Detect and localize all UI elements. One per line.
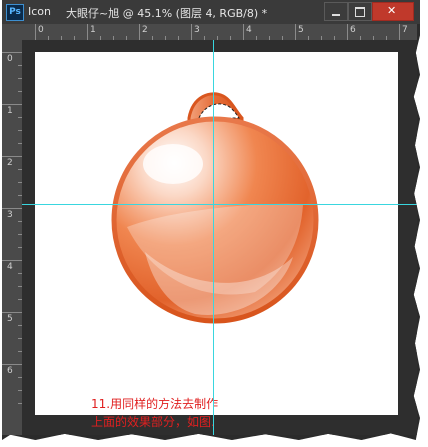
ruler-label: 5 <box>7 314 13 324</box>
close-icon[interactable] <box>372 2 414 21</box>
document-title: 大眼仔~旭 @ 45.1% (图层 4, RGB/8) * <box>66 7 268 20</box>
minimize-icon[interactable] <box>324 2 348 21</box>
ruler-tick <box>2 208 22 209</box>
ruler-tick <box>399 24 400 40</box>
vertical-guide[interactable] <box>213 40 214 435</box>
ruler-tick <box>191 24 192 40</box>
caption-line-1: 11.用同样的方法去制作 <box>91 397 219 411</box>
app-name: Icon <box>28 5 51 18</box>
tutorial-caption: 11.用同样的方法去制作 上面的效果部分，如图. <box>91 395 218 431</box>
caption-line-2: 上面的效果部分，如图. <box>91 415 215 429</box>
ruler-label: 7 <box>402 25 408 35</box>
ruler-label: 5 <box>298 25 304 35</box>
ruler-tick <box>2 104 22 105</box>
ruler-tick <box>2 312 22 313</box>
ruler-label: 6 <box>350 25 356 35</box>
document-canvas[interactable]: 11.用同样的方法去制作 上面的效果部分，如图. <box>35 52 398 429</box>
canvas-workspace[interactable]: 11.用同样的方法去制作 上面的效果部分，如图. <box>22 40 417 435</box>
horizontal-guide[interactable] <box>22 204 417 205</box>
ruler-label: 3 <box>7 210 13 220</box>
ruler-tick <box>2 260 22 261</box>
ruler-tick <box>295 24 296 40</box>
ruler-label: 6 <box>7 366 13 376</box>
ruler-tick <box>2 156 22 157</box>
ruler-label: 0 <box>38 25 44 35</box>
photoshop-logo-icon: Ps <box>6 4 24 21</box>
vertical-ruler[interactable]: 0 1 2 3 4 5 6 <box>2 40 23 435</box>
ruler-label: 2 <box>142 25 148 35</box>
horizontal-ruler[interactable]: 0 1 2 3 4 5 6 7 <box>22 24 417 41</box>
ruler-tick <box>139 24 140 40</box>
ruler-origin[interactable] <box>2 24 22 40</box>
ruler-tick <box>347 24 348 40</box>
ruler-label: 3 <box>194 25 200 35</box>
title-bar[interactable]: Ps Icon 大眼仔~旭 @ 45.1% (图层 4, RGB/8) * <box>2 0 420 24</box>
ruler-tick <box>243 24 244 40</box>
ruler-label: 4 <box>246 25 252 35</box>
ruler-tick <box>2 364 22 365</box>
ruler-label: 2 <box>7 158 13 168</box>
ornament-artwork <box>111 92 319 324</box>
ruler-label: 1 <box>90 25 96 35</box>
ruler-label: 0 <box>7 54 13 64</box>
ruler-tick <box>35 24 36 40</box>
ruler-tick <box>2 52 22 53</box>
ruler-label: 4 <box>7 262 13 272</box>
photoshop-document-window: Ps Icon 大眼仔~旭 @ 45.1% (图层 4, RGB/8) * 0 … <box>2 0 420 440</box>
maximize-icon[interactable] <box>348 2 372 21</box>
top-highlight <box>143 144 203 184</box>
ruler-label: 1 <box>7 106 13 116</box>
ruler-tick <box>87 24 88 40</box>
